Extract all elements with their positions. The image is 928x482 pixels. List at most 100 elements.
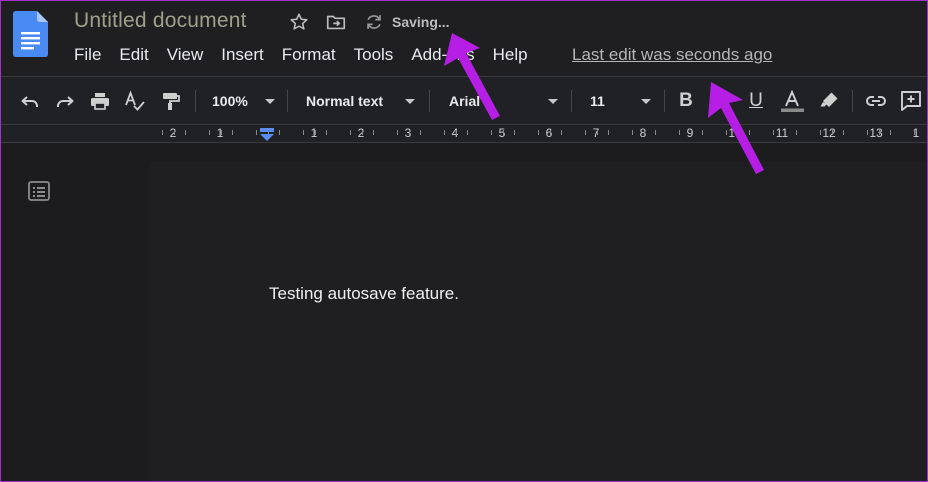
paragraph-style-value: Normal text xyxy=(306,93,384,109)
ruler-tick xyxy=(514,130,516,135)
toolbar-separator xyxy=(429,90,430,112)
zoom-dropdown[interactable]: 100% xyxy=(212,90,278,112)
print-icon xyxy=(91,93,109,110)
highlighter-icon xyxy=(820,92,838,107)
insert-link-button[interactable] xyxy=(864,89,888,113)
ruler-tick xyxy=(443,130,445,135)
underline-button[interactable]: U xyxy=(744,89,768,113)
ruler-tick xyxy=(490,130,492,135)
font-value: Arial xyxy=(449,93,481,109)
redo-button[interactable] xyxy=(53,89,77,113)
link-icon xyxy=(866,96,886,106)
paint-format-icon xyxy=(163,93,180,110)
ruler-tick xyxy=(913,130,915,135)
highlight-color-button[interactable] xyxy=(817,89,841,113)
ruler-tick xyxy=(749,130,751,135)
menu-view[interactable]: View xyxy=(167,45,204,65)
ruler-tick xyxy=(831,130,833,135)
document-page[interactable] xyxy=(150,162,928,482)
ruler-tick xyxy=(502,130,504,135)
star-icon[interactable] xyxy=(288,11,310,33)
chevron-down-icon xyxy=(405,99,415,104)
outline-icon[interactable] xyxy=(27,179,51,203)
ruler-tick xyxy=(279,130,281,135)
ruler-tick xyxy=(373,130,375,135)
ruler-tick xyxy=(537,130,539,135)
undo-button[interactable] xyxy=(18,89,42,113)
menu-format[interactable]: Format xyxy=(282,45,336,65)
ruler-tick xyxy=(420,130,422,135)
move-to-folder-icon[interactable] xyxy=(325,11,347,33)
spellcheck-button[interactable] xyxy=(123,89,147,113)
ruler-tick xyxy=(255,130,257,135)
document-title[interactable]: Untitled document xyxy=(74,9,247,33)
sync-icon xyxy=(367,15,381,29)
ruler-tick xyxy=(455,130,457,135)
add-comment-button[interactable] xyxy=(899,89,923,113)
toolbar-separator xyxy=(571,90,572,112)
ruler-tick xyxy=(361,130,363,135)
ruler-tick xyxy=(690,130,692,135)
docs-logo-icon[interactable] xyxy=(13,11,48,57)
ruler-tick xyxy=(467,130,469,135)
ruler-tick xyxy=(608,130,610,135)
ruler-tick xyxy=(326,130,328,135)
ruler-number: 1 xyxy=(912,126,920,140)
ruler-tick xyxy=(584,130,586,135)
ruler-number: 11 xyxy=(775,126,789,140)
font-size-dropdown[interactable]: 11 xyxy=(590,90,654,112)
ruler-tick xyxy=(655,130,657,135)
ruler-number: 12 xyxy=(822,126,836,140)
ruler-tick xyxy=(549,130,551,135)
saving-status: Saving... xyxy=(392,14,450,30)
ruler-tick xyxy=(772,130,774,135)
font-size-value: 11 xyxy=(590,93,605,109)
toolbar: 100% Normal text Arial 11 B U xyxy=(0,76,928,124)
ruler-tick xyxy=(890,130,892,135)
ruler-tick xyxy=(702,130,704,135)
document-body-text[interactable]: Testing autosave feature. xyxy=(269,284,459,304)
ruler-tick xyxy=(819,130,821,135)
ruler-tick xyxy=(643,130,645,135)
menu-addons[interactable]: Add-ons xyxy=(411,45,474,65)
menu-file[interactable]: File xyxy=(74,45,101,65)
toolbar-separator xyxy=(195,90,196,112)
ruler-tick xyxy=(208,130,210,135)
paragraph-style-dropdown[interactable]: Normal text xyxy=(306,90,418,112)
menu-edit[interactable]: Edit xyxy=(119,45,148,65)
spellcheck-icon xyxy=(125,90,145,111)
font-dropdown[interactable]: Arial xyxy=(449,90,561,112)
print-button[interactable] xyxy=(88,89,112,113)
paint-format-button[interactable] xyxy=(158,89,182,113)
ruler-number: 13 xyxy=(869,126,883,140)
ruler[interactable]: 2 1 1 2 3 4 5 6 7 8 9 10 11 12 13 1 xyxy=(0,124,928,143)
ruler-tick xyxy=(737,130,739,135)
ruler-tick xyxy=(314,130,316,135)
ruler-tick xyxy=(408,130,410,135)
menu-tools[interactable]: Tools xyxy=(354,45,394,65)
last-edit-link[interactable]: Last edit was seconds ago xyxy=(572,45,772,65)
menu-help[interactable]: Help xyxy=(493,45,528,65)
ruler-tick xyxy=(185,130,187,135)
toolbar-separator xyxy=(852,90,853,112)
redo-icon xyxy=(57,96,74,107)
ruler-tick xyxy=(631,130,633,135)
ruler-tick xyxy=(220,130,222,135)
ruler-tick xyxy=(396,130,398,135)
toolbar-separator xyxy=(664,90,665,112)
menu-insert[interactable]: Insert xyxy=(221,45,264,65)
undo-icon xyxy=(21,96,38,107)
toolbar-separator xyxy=(287,90,288,112)
zoom-value: 100% xyxy=(212,93,248,109)
ruler-tick xyxy=(784,130,786,135)
add-comment-icon xyxy=(901,91,921,111)
chevron-down-icon xyxy=(548,99,558,104)
bold-button[interactable]: B xyxy=(674,89,698,113)
text-color-button[interactable] xyxy=(780,89,805,113)
ruler-tick xyxy=(866,130,868,135)
ruler-tick xyxy=(561,130,563,135)
ruler-tick xyxy=(349,130,351,135)
indent-marker-icon[interactable] xyxy=(259,128,275,142)
ruler-tick xyxy=(678,130,680,135)
menu-bar: File Edit View Insert Format Tools Add-o… xyxy=(74,44,546,66)
